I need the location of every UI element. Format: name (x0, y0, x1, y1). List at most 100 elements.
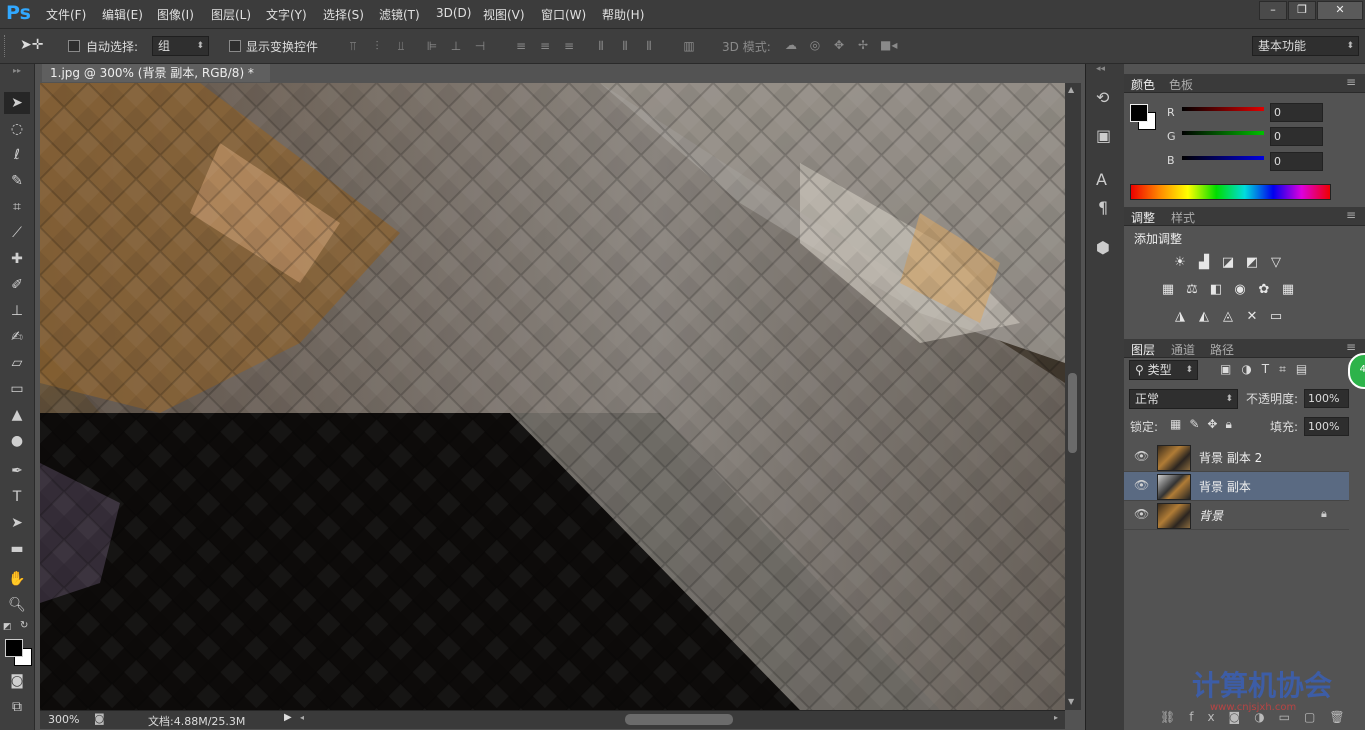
rectangle-tool-icon[interactable]: ▬ (4, 538, 30, 560)
hue-saturation-icon[interactable]: ▦ (1160, 283, 1176, 297)
paragraph-panel-icon[interactable]: ¶ (1098, 198, 1108, 217)
fill-input[interactable]: 100% (1304, 417, 1349, 436)
crop-tool-icon[interactable]: ⌗ (4, 196, 30, 218)
layer-name[interactable]: 背景 (1199, 507, 1223, 524)
color-fg-swatch[interactable] (1130, 104, 1148, 122)
tab-swatches[interactable]: 色板 (1169, 76, 1193, 93)
channel-b-slider[interactable] (1182, 156, 1264, 160)
layer-row-selected[interactable]: 👁︎ 背景 副本 (1124, 472, 1349, 501)
type-tool-icon[interactable]: T (4, 486, 30, 508)
character-panel-icon[interactable]: A (1096, 170, 1107, 189)
menu-select[interactable]: 选择(S) (323, 6, 364, 23)
clone-stamp-tool-icon[interactable]: ⊥ (4, 300, 30, 322)
gradient-tool-icon[interactable]: ▭ (4, 378, 30, 400)
3d-panel-icon[interactable]: ⬢ (1096, 238, 1110, 257)
blend-mode-dropdown[interactable]: 正常 (1129, 389, 1238, 409)
layer-name[interactable]: 背景 副本 (1199, 478, 1251, 495)
visibility-eye-icon[interactable]: 👁︎ (1134, 507, 1149, 521)
document-tab[interactable]: 1.jpg @ 300% (背景 副本, RGB/8) * × (42, 64, 270, 98)
status-info-icon[interactable]: ◙ (94, 712, 105, 725)
move-tool-preset-icon[interactable]: ➤✛ (20, 37, 43, 53)
layer-filter-icons[interactable]: ▣◑T⌗▤ (1220, 362, 1317, 377)
layers-footer-icons[interactable]: ⛓fx◙◑▭▢🗑︎ (1160, 710, 1359, 724)
adjust-panel-menu-icon[interactable]: ≡ (1346, 208, 1356, 222)
tab-paths[interactable]: 路径 (1210, 341, 1234, 358)
auto-align-icon[interactable]: ▥ (682, 39, 696, 53)
3d-scale-icon[interactable]: ■◂ (880, 38, 897, 52)
path-select-tool-icon[interactable]: ➤ (4, 512, 30, 534)
eraser-tool-icon[interactable]: ▱ (4, 352, 30, 374)
selective-color-icon[interactable]: ✕ (1244, 310, 1260, 324)
distribute-left-icon[interactable]: ⫴ (594, 39, 608, 53)
3d-rotate-icon[interactable]: ☁ (784, 38, 798, 52)
channel-r-value[interactable]: 0 (1270, 103, 1323, 122)
layer-filter-dropdown[interactable]: ⚲ 类型 (1129, 360, 1198, 380)
auto-select-dropdown[interactable]: 组 (152, 36, 209, 56)
menu-type[interactable]: 文字(Y) (266, 6, 307, 23)
distribute-vcenter-icon[interactable]: ≡ (538, 39, 552, 53)
minimize-button[interactable]: – (1259, 1, 1287, 20)
visibility-eye-icon[interactable]: 👁︎ (1134, 478, 1149, 492)
history-panel-icon[interactable]: ⟲ (1096, 88, 1109, 107)
tab-adjustments[interactable]: 调整 (1131, 209, 1155, 226)
brush-tool-icon[interactable]: ✐ (4, 274, 30, 296)
align-vcenter-icon[interactable]: ⫶ (370, 39, 384, 53)
align-right-icon[interactable]: ⊣ (473, 39, 487, 53)
layers-panel-menu-icon[interactable]: ≡ (1346, 340, 1356, 354)
zoom-level[interactable]: 300% (48, 713, 79, 726)
marquee-tool-icon[interactable]: ◌ (4, 118, 30, 140)
gradient-map-icon[interactable]: ▭ (1268, 310, 1284, 324)
eyedropper-tool-icon[interactable]: ⟋ (4, 222, 30, 244)
posterize-icon[interactable]: ◭ (1196, 310, 1212, 324)
3d-slide-icon[interactable]: ✢ (856, 38, 870, 52)
menu-image[interactable]: 图像(I) (157, 6, 194, 23)
layer-name[interactable]: 背景 副本 2 (1199, 449, 1262, 466)
black-white-icon[interactable]: ◧ (1208, 283, 1224, 297)
channel-g-slider[interactable] (1182, 131, 1264, 135)
dodge-tool-icon[interactable]: ● (4, 430, 30, 452)
tab-color[interactable]: 颜色 (1131, 76, 1155, 93)
vibrance-icon[interactable]: ▽ (1268, 256, 1284, 270)
hand-tool-icon[interactable]: ✋ (4, 568, 30, 590)
auto-select-checkbox[interactable] (68, 40, 80, 52)
channel-r-slider[interactable] (1182, 107, 1264, 111)
pen-tool-icon[interactable]: ✒ (4, 460, 30, 482)
screen-mode-icon[interactable]: ⧉ (4, 696, 30, 718)
channel-g-value[interactable]: 0 (1270, 127, 1323, 146)
scroll-right-icon[interactable]: ▸ (1054, 713, 1058, 722)
distribute-top-icon[interactable]: ≡ (514, 39, 528, 53)
healing-brush-tool-icon[interactable]: ✚ (4, 248, 30, 270)
tab-layers[interactable]: 图层 (1131, 341, 1155, 358)
menu-edit[interactable]: 编辑(E) (102, 6, 143, 23)
3d-roll-icon[interactable]: ◎ (808, 38, 822, 52)
align-hcenter-icon[interactable]: ⊥ (449, 39, 463, 53)
blur-tool-icon[interactable]: ▲ (4, 404, 30, 426)
close-button[interactable]: ✕ (1317, 1, 1363, 20)
channel-b-value[interactable]: 0 (1270, 152, 1323, 171)
move-tool-icon[interactable]: ➤ (4, 92, 30, 114)
menu-3d[interactable]: 3D(D) (436, 6, 471, 20)
color-lookup-icon[interactable]: ▦ (1280, 283, 1296, 297)
vertical-scroll-thumb[interactable] (1068, 373, 1077, 453)
menu-filter[interactable]: 滤镜(T) (379, 6, 420, 23)
restore-button[interactable]: ❐ (1288, 1, 1316, 20)
brightness-contrast-icon[interactable]: ☀ (1172, 256, 1188, 270)
zoom-tool-icon[interactable]: 🔍︎ (4, 594, 30, 616)
menu-help[interactable]: 帮助(H) (602, 6, 644, 23)
lock-icons[interactable]: ▦✎✥🔒︎ (1170, 417, 1240, 432)
notification-badge[interactable]: 49 (1348, 353, 1365, 389)
layer-row[interactable]: 👁︎ 背景 🔒︎ (1124, 501, 1349, 530)
tab-channels[interactable]: 通道 (1171, 341, 1195, 358)
swap-colors-icon[interactable]: ↻ (20, 620, 28, 631)
menu-window[interactable]: 窗口(W) (541, 6, 586, 23)
distribute-right-icon[interactable]: ⫴ (642, 39, 656, 53)
color-ramp[interactable] (1130, 184, 1331, 200)
lasso-tool-icon[interactable]: ℓ (4, 144, 30, 166)
channel-mixer-icon[interactable]: ✿ (1256, 283, 1272, 297)
workspace-dropdown[interactable]: 基本功能 (1252, 36, 1359, 56)
tab-styles[interactable]: 样式 (1171, 209, 1195, 226)
curves-icon[interactable]: ◪ (1220, 256, 1236, 270)
menu-view[interactable]: 视图(V) (483, 6, 525, 23)
menu-layer[interactable]: 图层(L) (211, 6, 251, 23)
quick-select-tool-icon[interactable]: ✎ (4, 170, 30, 192)
